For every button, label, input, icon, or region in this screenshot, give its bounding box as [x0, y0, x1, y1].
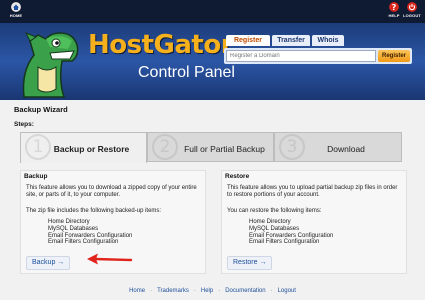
restore-description: This feature allows you to upload partia… [227, 185, 398, 199]
list-item: Home Directory [48, 219, 90, 225]
domain-search-bar: Register [224, 48, 412, 64]
tab-whois[interactable]: Whois [312, 35, 344, 46]
steps-label: Steps: [14, 121, 34, 128]
footer-links: Home · Trademarks · Help · Documentation · Logou… [0, 288, 425, 294]
list-item: MySQL Databases [249, 225, 300, 232]
list-item: MySQL Databases [48, 225, 99, 232]
gator-mascot-logo [22, 32, 79, 98]
svg-text:?: ? [392, 3, 397, 12]
footer-link-help[interactable]: Help [201, 288, 213, 294]
footer-separator: · [270, 288, 273, 294]
help-button[interactable]: ? HELP [384, 2, 404, 22]
list-item: Home Directory [249, 219, 291, 225]
list-item: Email Forwarders Configuration [249, 232, 334, 239]
logout-label: LOGOUT [403, 13, 421, 18]
brand-name: HostGator [88, 30, 234, 60]
footer-link-trademarks[interactable]: Trademarks [157, 288, 189, 294]
step-label: Backup or Restore [53, 144, 130, 154]
page-title: Backup Wizard [14, 105, 68, 114]
help-icon: ? [389, 2, 399, 12]
step-label: Full or Partial Backup [184, 144, 265, 154]
restore-panel: Restore This feature allows you to uploa… [221, 170, 407, 274]
brand-subtitle: Control Panel [138, 64, 235, 81]
wizard-steps: 1 Backup or Restore 2 Full or Partial Ba… [20, 132, 402, 163]
restore-button[interactable]: Restore → [227, 256, 273, 270]
backup-includes-label: The zip file includes the following back… [26, 208, 162, 214]
footer-link-home[interactable]: Home [129, 288, 145, 294]
footer-separator: · [218, 288, 221, 294]
restore-items-list: Home Directory MySQL Databases Email For… [249, 219, 333, 246]
step-download[interactable]: 3 Download [274, 132, 402, 162]
home-button[interactable]: HOME [6, 2, 26, 22]
footer-link-logout[interactable]: Logout [278, 288, 296, 294]
home-label: HOME [9, 13, 23, 18]
footer-link-documentation[interactable]: Documentation [225, 288, 265, 294]
footer-separator: · [150, 288, 153, 294]
step-backup-or-restore[interactable]: 1 Backup or Restore [20, 132, 147, 163]
restore-includes-label: You can restore the following items: [227, 208, 322, 214]
logout-button[interactable]: LOGOUT [402, 2, 422, 22]
home-icon [11, 2, 21, 12]
domain-input[interactable] [226, 50, 376, 62]
header-banner: HostGator Control Panel Register Transfe… [0, 23, 425, 100]
tab-register[interactable]: Register [226, 35, 270, 46]
backup-button[interactable]: Backup → [26, 256, 71, 270]
list-item: Email Filters Configuration [249, 239, 320, 246]
step-full-or-partial-backup[interactable]: 2 Full or Partial Backup [147, 132, 274, 162]
top-bar: HOME ? HELP LOGOUT [0, 0, 425, 23]
backup-description: This feature allows you to download a zi… [26, 185, 197, 199]
help-label: HELP [388, 13, 400, 18]
tab-transfer[interactable]: Transfer [272, 35, 310, 46]
backup-title: Backup [24, 173, 48, 180]
main-content: Backup Wizard Steps: 1 Backup or Restore… [0, 100, 425, 300]
step-label: Download [327, 144, 365, 154]
red-arrow-icon [87, 253, 133, 265]
register-domain-button[interactable]: Register [378, 50, 410, 62]
list-item: Email Filters Configuration [48, 239, 119, 246]
footer-separator: · [193, 288, 196, 294]
backup-items-list: Home Directory MySQL Databases Email For… [48, 219, 132, 246]
list-item: Email Forwarders Configuration [48, 232, 133, 239]
power-icon [407, 2, 417, 12]
restore-title: Restore [225, 173, 250, 180]
